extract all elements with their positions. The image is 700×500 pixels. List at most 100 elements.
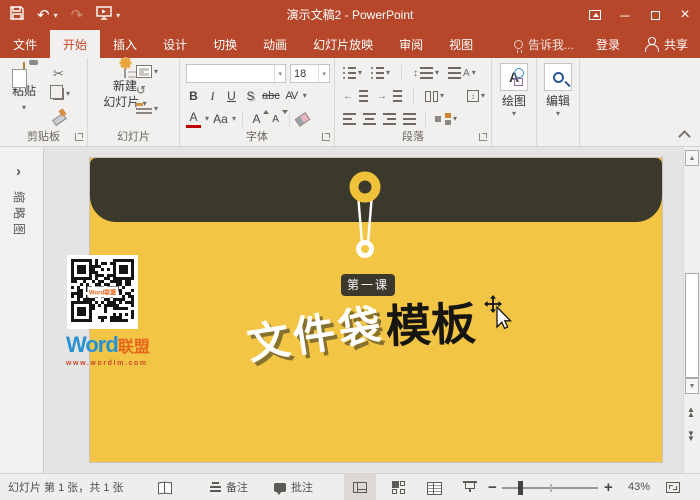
paragraph-group-label: 段落: [335, 128, 491, 144]
slide-canvas[interactable]: 第一课 文件袋模板: [90, 158, 662, 462]
font-name-dropdown-icon[interactable]: ▾: [274, 65, 282, 82]
collapse-ribbon-icon[interactable]: [680, 130, 688, 138]
watermark-logo: Word联盟: [66, 335, 144, 358]
new-slide-icon: [124, 62, 126, 78]
close-icon[interactable]: ×: [670, 0, 700, 30]
notes-button[interactable]: 备注: [210, 474, 248, 500]
copy-button[interactable]: ▾: [50, 88, 70, 100]
tab-insert[interactable]: 插入: [100, 30, 150, 58]
watermark-url: www.wordlm.com: [66, 360, 144, 367]
character-spacing-button[interactable]: AV: [284, 87, 299, 105]
tab-slideshow[interactable]: 幻灯片放映: [300, 30, 386, 58]
maximize-icon[interactable]: [640, 0, 670, 30]
font-size-combo[interactable]: 18 ▾: [290, 64, 330, 83]
slide-counter[interactable]: 幻灯片 第 1 张，共 1 张: [8, 474, 124, 500]
change-case-button[interactable]: Aa: [213, 110, 228, 128]
tab-design[interactable]: 设计: [150, 30, 200, 58]
format-painter-icon[interactable]: [50, 107, 67, 122]
comment-icon: [274, 483, 286, 492]
vertical-scrollbar[interactable]: ▲ ▼ ▲▲ ▼▼: [683, 147, 700, 473]
text-direction-button[interactable]: A▾: [448, 67, 476, 79]
font-color-button[interactable]: A: [186, 110, 201, 128]
titlebar: ↶ ▾ ↷ ▾ 演示文稿2 - PowerPoint ─ ×: [0, 0, 700, 30]
zoom-slider[interactable]: [502, 487, 598, 489]
slide-title-white: 文件袋: [243, 290, 389, 372]
columns-button[interactable]: ▾: [425, 91, 444, 102]
tab-animations[interactable]: 动画: [250, 30, 300, 58]
zoom-in-icon[interactable]: +: [604, 474, 613, 500]
scroll-up-icon[interactable]: ▲: [685, 150, 699, 166]
decrease-indent-button[interactable]: ←: [343, 90, 368, 102]
line-spacing-button[interactable]: ↕▾: [413, 67, 439, 79]
ribbon-display-options-icon[interactable]: [580, 0, 610, 30]
align-right-button[interactable]: [383, 113, 396, 125]
paragraph-dialog-launcher[interactable]: [479, 133, 487, 141]
decrease-font-button[interactable]: A: [268, 110, 283, 128]
spacing-dropdown-icon[interactable]: ▾: [303, 92, 307, 100]
section-icon: [136, 103, 152, 115]
italic-button[interactable]: I: [205, 87, 220, 105]
sign-in-button[interactable]: 登录: [584, 30, 632, 58]
increase-indent-button[interactable]: →: [377, 90, 402, 102]
zoom-out-icon[interactable]: −: [488, 474, 497, 500]
thumbnails-label[interactable]: 缩略图: [11, 191, 28, 239]
cut-icon[interactable]: ✂: [50, 66, 67, 81]
zoom-level[interactable]: 43%: [628, 474, 650, 500]
spellcheck-icon[interactable]: [158, 474, 172, 500]
tell-me-label: 告诉我...: [528, 36, 574, 53]
normal-view-button[interactable]: [344, 474, 376, 500]
tab-review[interactable]: 审阅: [386, 30, 436, 58]
smartart-convert-button[interactable]: ▾: [435, 113, 457, 125]
share-button[interactable]: 共享: [632, 30, 700, 58]
scroll-down-icon[interactable]: ▼: [685, 378, 699, 394]
align-text-button[interactable]: ↕▾: [467, 90, 485, 102]
tab-file[interactable]: 文件: [0, 30, 50, 58]
text-shadow-button[interactable]: S: [243, 87, 258, 105]
lightbulb-icon: [514, 40, 523, 49]
clipboard-dialog-launcher[interactable]: [75, 133, 83, 141]
paste-button[interactable]: 粘贴 ▾: [4, 63, 44, 113]
font-group: ▾ 18 ▾ B I U S abc AV ▾ A ▾ Aa ▾ A: [180, 58, 335, 146]
font-size-dropdown-icon[interactable]: ▾: [318, 65, 326, 82]
font-dialog-launcher[interactable]: [322, 133, 330, 141]
share-label: 共享: [664, 36, 688, 53]
bullets-button[interactable]: ▾: [343, 67, 362, 79]
justify-button[interactable]: [403, 113, 416, 125]
next-slide-icon[interactable]: ▼▼: [687, 431, 695, 441]
numbering-button[interactable]: ▾: [371, 67, 390, 79]
slideshow-view-button[interactable]: [454, 474, 486, 500]
strikethrough-button[interactable]: abc: [262, 87, 280, 105]
scrollbar-thumb[interactable]: [685, 273, 699, 378]
paste-dropdown-icon[interactable]: ▾: [22, 103, 26, 112]
reset-slide-icon[interactable]: ↺: [136, 84, 158, 97]
expand-pane-icon[interactable]: ›: [16, 163, 21, 180]
comments-button[interactable]: 批注: [274, 474, 313, 500]
tab-home[interactable]: 开始: [50, 30, 100, 58]
zoom-slider-thumb[interactable]: [518, 481, 523, 495]
slide-title[interactable]: 文件袋模板: [243, 280, 479, 369]
person-add-icon: [644, 37, 658, 51]
underline-button[interactable]: U: [224, 87, 239, 105]
font-name-combo[interactable]: ▾: [186, 64, 286, 83]
reading-view-button[interactable]: [418, 474, 450, 500]
clipboard-group: 粘贴 ▾ ✂ ▾ 剪贴板: [0, 58, 88, 146]
fit-to-window-icon[interactable]: [666, 474, 680, 500]
tab-view[interactable]: 视图: [436, 30, 486, 58]
slide-sorter-button[interactable]: [382, 474, 414, 500]
clear-formatting-icon[interactable]: [295, 112, 311, 127]
editing-button[interactable]: 编辑 ▾: [540, 63, 576, 118]
align-left-button[interactable]: [343, 113, 356, 125]
editing-group: 编辑 ▾: [537, 58, 580, 146]
drawing-button[interactable]: A 绘图 ▾: [496, 63, 532, 118]
window-controls: ─ ×: [580, 0, 700, 30]
previous-slide-icon[interactable]: ▲▲: [687, 407, 695, 417]
tell-me-box[interactable]: 告诉我...: [504, 30, 584, 58]
align-center-button[interactable]: [363, 113, 376, 125]
bold-button[interactable]: B: [186, 87, 201, 105]
envelope-string-graphic: [90, 158, 662, 278]
tab-transitions[interactable]: 切换: [200, 30, 250, 58]
slide-layout-button[interactable]: ▾: [136, 65, 158, 78]
section-button[interactable]: ▾: [136, 103, 158, 115]
minimize-icon[interactable]: ─: [610, 0, 640, 30]
increase-font-button[interactable]: A: [249, 110, 264, 128]
